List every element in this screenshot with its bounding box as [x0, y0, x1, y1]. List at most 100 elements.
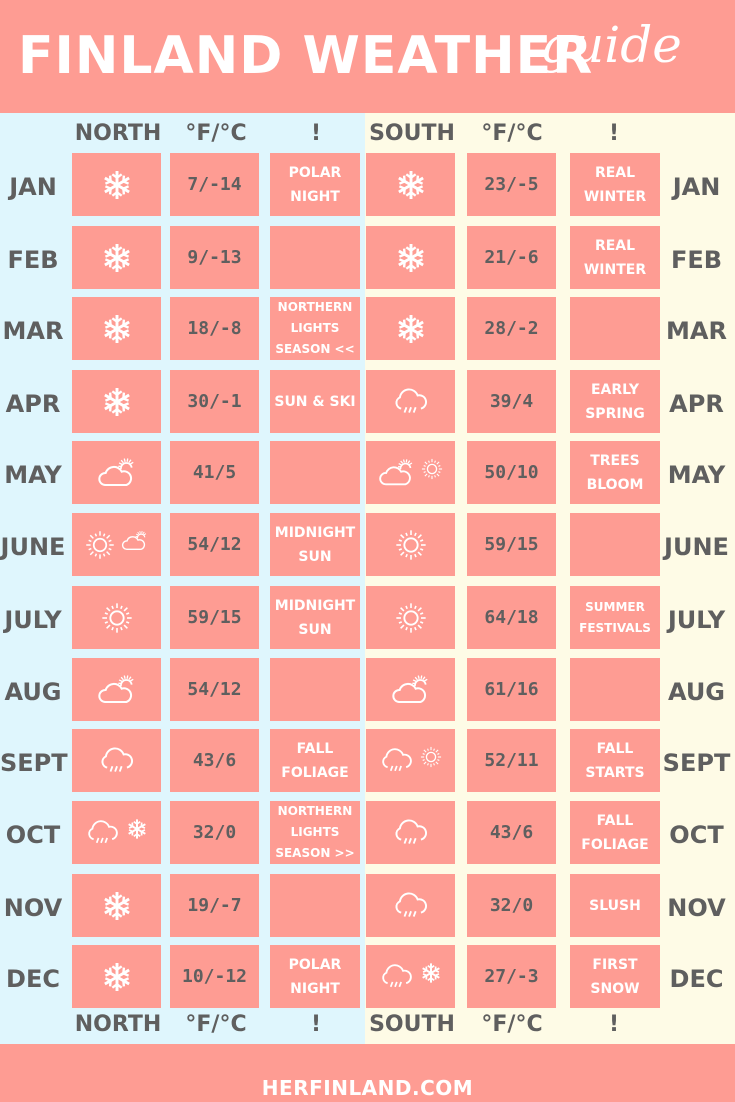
- south-temperature-cell: 27/-3: [467, 945, 556, 1008]
- north-conditions-cell: [72, 658, 161, 721]
- north-conditions-cell: [72, 513, 161, 576]
- north-conditions-cell: [72, 370, 161, 433]
- north-note: POLAR NIGHT: [288, 164, 342, 205]
- south-conditions-cell: [366, 801, 455, 864]
- north-note-cell: POLAR NIGHT: [270, 945, 360, 1008]
- north-temperature: 32/0: [192, 822, 237, 843]
- north-conditions-cell: [72, 441, 161, 504]
- month-label-right: JAN: [672, 173, 721, 201]
- south-note: TREES BLOOM: [586, 452, 644, 493]
- south-note: REAL WINTER: [583, 237, 647, 278]
- rain-cloud-icon: [392, 817, 429, 849]
- south-temp-footer-header: °F/°C: [481, 1012, 543, 1037]
- north-conditions-icons: [85, 530, 149, 560]
- south-conditions-icons: [378, 458, 444, 488]
- north-note: MIDNIGHT SUN: [274, 597, 356, 638]
- north-temperature-cell: 32/0: [170, 801, 259, 864]
- south-conditions-icons: [392, 386, 429, 418]
- north-conditions-cell: [72, 226, 161, 289]
- snowflake-icon: [101, 890, 133, 922]
- south-conditions-icons: [391, 674, 431, 706]
- south-note-footer-header: !: [608, 1012, 620, 1037]
- north-temperature-cell: 19/-7: [170, 874, 259, 937]
- north-temperature: 7/-14: [187, 174, 242, 195]
- snowflake-icon: [395, 313, 427, 345]
- south-note-header: !: [608, 121, 620, 146]
- south-note-cell: FALL STARTS: [570, 729, 660, 792]
- north-temperature: 9/-13: [187, 247, 242, 268]
- month-label-left: JAN: [9, 173, 57, 201]
- sun-icon: [420, 746, 442, 768]
- sun-icon: [101, 602, 133, 634]
- north-temperature: 54/12: [187, 679, 242, 700]
- north-note: POLAR NIGHT: [288, 956, 342, 997]
- south-note: EARLY SPRING: [585, 381, 645, 422]
- north-conditions-icons: [97, 674, 137, 706]
- north-note-cell: MIDNIGHT SUN: [270, 513, 360, 576]
- north-temperature-cell: 59/15: [170, 586, 259, 649]
- partly-cloudy-icon: [391, 674, 431, 706]
- south-temperature-cell: 21/-6: [467, 226, 556, 289]
- south-note: SUMMER FESTIVALS: [579, 599, 651, 635]
- month-label-left: OCT: [5, 821, 61, 849]
- south-conditions-cell: [366, 226, 455, 289]
- north-note-cell: [270, 226, 360, 289]
- south-conditions-icons: [392, 890, 429, 922]
- north-temperature-cell: 10/-12: [170, 945, 259, 1008]
- month-label-right: MAR: [666, 317, 727, 345]
- south-note-cell: [570, 297, 660, 360]
- sun-icon: [85, 530, 115, 560]
- north-conditions-cell: [72, 729, 161, 792]
- north-temp-header: °F/°C: [185, 121, 247, 146]
- south-conditions-cell: [366, 874, 455, 937]
- rain-cloud-icon: [392, 890, 429, 922]
- south-conditions-cell: [366, 945, 455, 1008]
- north-temperature-cell: 43/6: [170, 729, 259, 792]
- south-note-cell: FIRST SNOW: [570, 945, 660, 1008]
- rain-cloud-icon: [379, 962, 414, 992]
- month-label-right: FEB: [670, 246, 723, 274]
- south-temperature: 21/-6: [484, 247, 539, 268]
- snowflake-icon: [420, 962, 442, 984]
- south-conditions-cell: [366, 513, 455, 576]
- snowflake-icon: [101, 386, 133, 418]
- north-note-cell: NORTHERN LIGHTS SEASON >>: [270, 801, 360, 864]
- month-label-right: AUG: [667, 678, 726, 706]
- south-conditions-icons: [379, 962, 442, 992]
- south-temperature-cell: 28/-2: [467, 297, 556, 360]
- north-note: SUN & SKI: [274, 393, 356, 410]
- north-conditions-icons: [85, 818, 148, 848]
- south-note: FIRST SNOW: [590, 956, 640, 997]
- south-note: FALL STARTS: [585, 740, 645, 781]
- south-conditions-icons: [395, 602, 427, 634]
- south-temperature-cell: 52/11: [467, 729, 556, 792]
- south-temperature: 52/11: [484, 750, 539, 771]
- south-temperature-cell: 64/18: [467, 586, 556, 649]
- month-label-left: SEPT: [0, 749, 68, 777]
- north-conditions-icons: [101, 386, 133, 418]
- snowflake-icon: [395, 169, 427, 201]
- south-note-cell: [570, 658, 660, 721]
- site-link[interactable]: HERFINLAND.COM: [0, 1076, 735, 1100]
- north-temperature: 30/-1: [187, 391, 242, 412]
- south-temperature: 59/15: [484, 534, 539, 555]
- south-temperature-cell: 61/16: [467, 658, 556, 721]
- south-temperature-cell: 59/15: [467, 513, 556, 576]
- north-note-cell: FALL FOLIAGE: [270, 729, 360, 792]
- snowflake-icon: [101, 961, 133, 993]
- north-note-cell: MIDNIGHT SUN: [270, 586, 360, 649]
- sun-icon: [395, 602, 427, 634]
- rain-cloud-icon: [98, 745, 135, 777]
- north-note-header: !: [310, 121, 322, 146]
- south-conditions-icons: [395, 313, 427, 345]
- month-label-left: NOV: [3, 894, 63, 922]
- north-conditions-icons: [101, 602, 133, 634]
- north-note-cell: POLAR NIGHT: [270, 153, 360, 216]
- page-title-script: guide: [540, 16, 682, 74]
- south-conditions-cell: [366, 297, 455, 360]
- north-note: NORTHERN LIGHTS SEASON >>: [275, 804, 355, 860]
- south-note: FALL FOLIAGE: [581, 812, 649, 853]
- partly-cloudy-icon: [97, 457, 137, 489]
- south-temperature: 39/4: [489, 391, 534, 412]
- south-temperature: 28/-2: [484, 318, 539, 339]
